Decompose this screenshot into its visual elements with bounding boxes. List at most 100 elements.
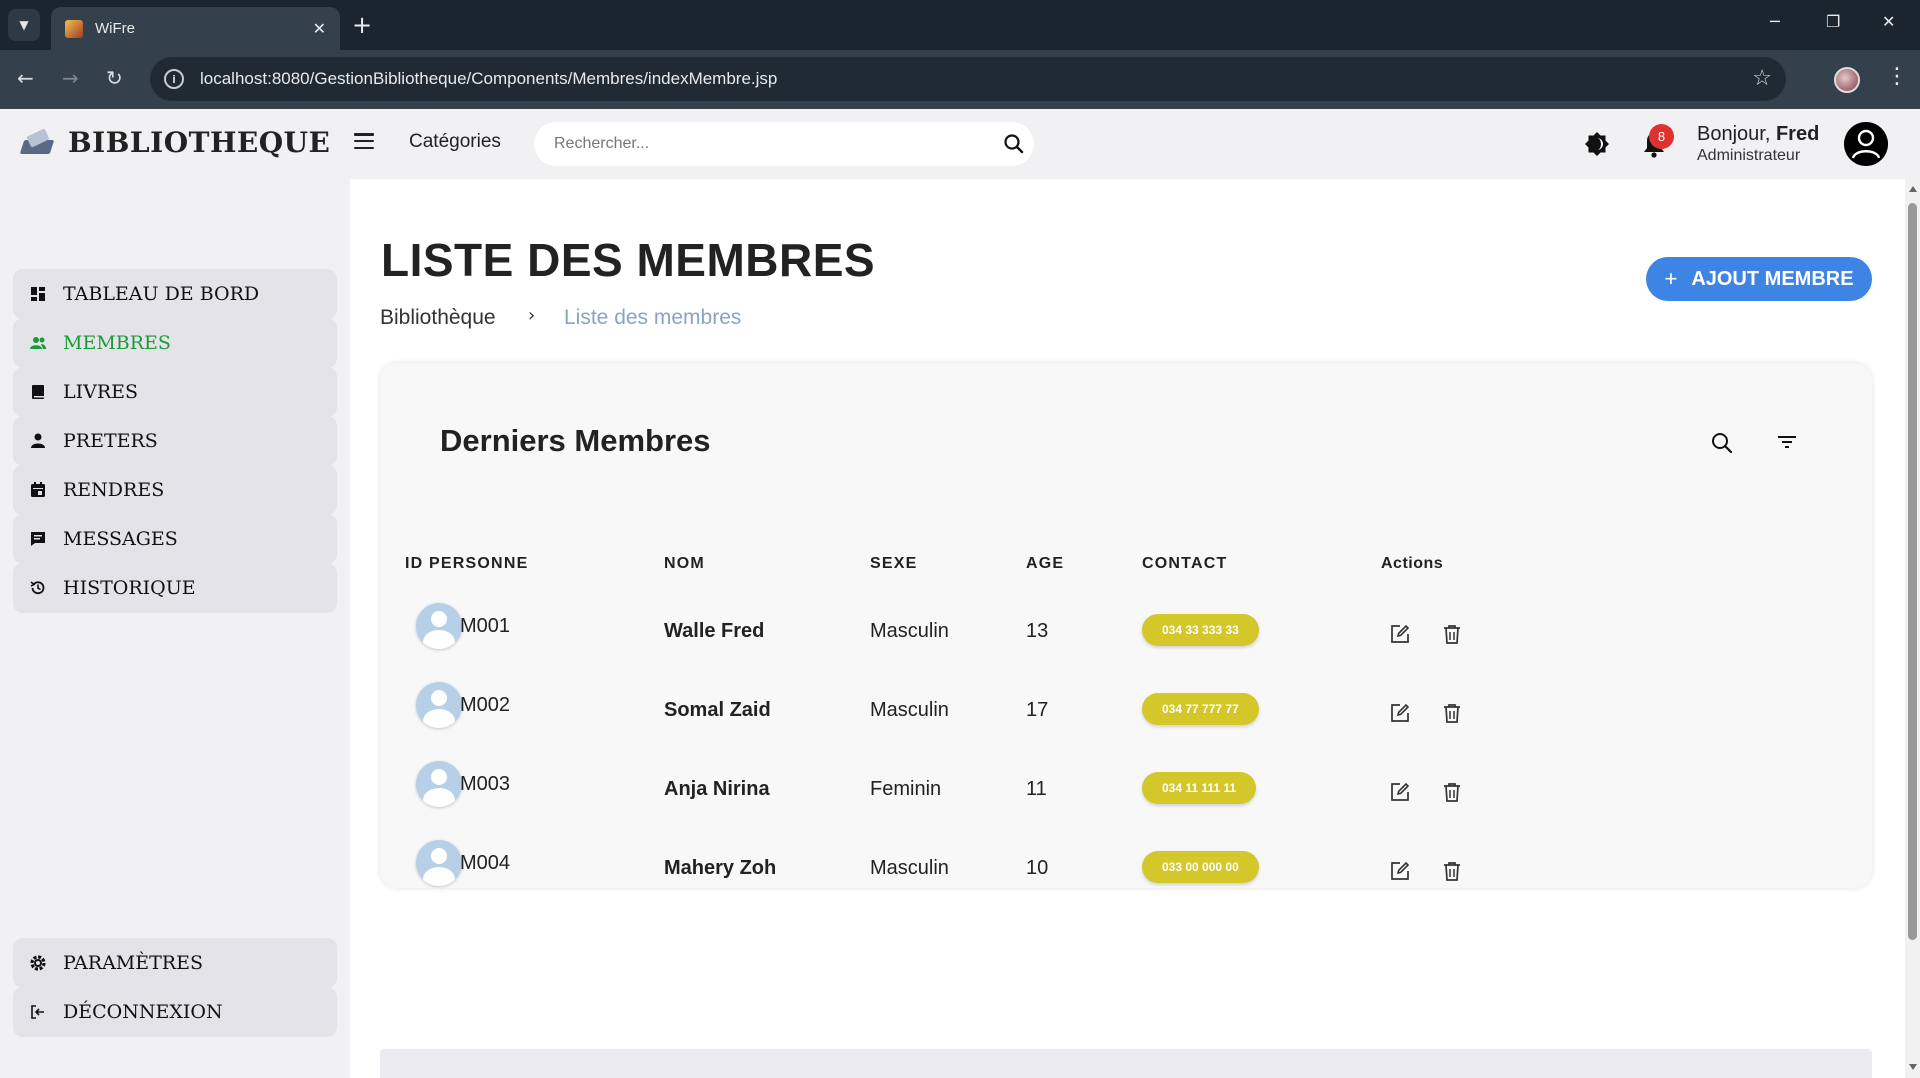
sidebar-item-preters[interactable]: PRETERS <box>13 416 337 466</box>
sidebar-item-label: TABLEAU DE BORD <box>63 283 260 305</box>
add-member-button[interactable]: + AJOUT MEMBRE <box>1646 257 1872 301</box>
delete-icon[interactable] <box>1441 702 1463 724</box>
sidebar-item-historique[interactable]: HISTORIQUE <box>13 563 337 613</box>
sidebar-item-deconnexion[interactable]: DÉCONNEXION <box>13 987 337 1037</box>
plus-icon: + <box>1664 266 1678 291</box>
add-member-label: AJOUT MEMBRE <box>1691 267 1854 290</box>
delete-icon[interactable] <box>1441 860 1463 882</box>
tab-title: WiFre <box>95 20 135 37</box>
site-info-icon[interactable]: i <box>164 69 184 89</box>
dashboard-icon <box>31 287 45 301</box>
scroll-down-icon[interactable] <box>1909 1064 1917 1070</box>
browser-profile-avatar[interactable] <box>1834 67 1860 93</box>
sidebar-item-livres[interactable]: LIVRES <box>13 367 337 417</box>
back-button[interactable]: ← <box>17 66 34 90</box>
close-window-button[interactable]: ✕ <box>1882 12 1895 31</box>
delete-icon[interactable] <box>1441 623 1463 645</box>
search-icon[interactable] <box>1002 132 1026 156</box>
member-age: 17 <box>1026 699 1049 721</box>
delete-icon[interactable] <box>1441 781 1463 803</box>
member-id: M001 <box>460 615 511 637</box>
member-sex: Masculin <box>870 699 949 721</box>
column-header-actions: Actions <box>1381 555 1444 572</box>
reload-button[interactable]: ↻ <box>106 66 123 90</box>
members-card: Derniers Membres ID PERSONNE NOM SEXE AG… <box>380 363 1872 888</box>
edit-icon[interactable] <box>1389 702 1411 724</box>
sidebar: TABLEAU DE BORD MEMBRES LIVRES PRETERS R… <box>0 179 350 1078</box>
sidebar-item-dashboard[interactable]: TABLEAU DE BORD <box>13 269 337 319</box>
browser-menu-icon[interactable]: ⋮ <box>1886 64 1908 89</box>
calendar-icon <box>31 482 45 497</box>
column-header-contact: CONTACT <box>1142 555 1228 572</box>
contact-badge: 033 00 000 00 <box>1142 851 1259 883</box>
browser-tab[interactable]: WiFre ✕ <box>51 7 340 50</box>
menu-toggle-icon[interactable] <box>354 133 374 149</box>
sidebar-item-label: MESSAGES <box>63 528 178 550</box>
breadcrumb-current: Liste des membres <box>564 306 742 329</box>
sidebar-item-parametres[interactable]: PARAMÈTRES <box>13 938 337 988</box>
search-input[interactable] <box>554 135 984 153</box>
greeting-prefix: Bonjour, <box>1697 123 1776 145</box>
member-id: M003 <box>460 773 511 795</box>
minimize-button[interactable]: ─ <box>1770 12 1780 31</box>
member-sex: Feminin <box>870 778 942 800</box>
gear-icon <box>30 955 46 971</box>
table-row: M003 Anja Nirina Feminin 11 034 11 111 1… <box>380 761 1872 841</box>
sidebar-item-label: PARAMÈTRES <box>63 952 203 974</box>
book-icon <box>32 385 44 399</box>
member-name: Walle Fred <box>664 620 765 642</box>
app-header: BIBLIOTHEQUE Catégories 8 Bonjour, Fred … <box>0 109 1920 179</box>
restore-button[interactable]: ❐ <box>1826 12 1840 31</box>
member-age: 13 <box>1026 620 1049 642</box>
logout-icon <box>31 1005 44 1019</box>
sidebar-item-label: RENDRES <box>63 479 165 501</box>
sidebar-item-label: PRETERS <box>63 430 158 452</box>
member-avatar <box>416 682 462 728</box>
member-avatar <box>416 761 462 807</box>
brand[interactable]: BIBLIOTHEQUE <box>19 126 330 159</box>
new-tab-button[interactable]: + <box>352 11 372 39</box>
history-icon <box>30 581 45 595</box>
table-search-icon[interactable] <box>1710 431 1734 455</box>
address-bar[interactable]: i localhost:8080/GestionBibliotheque/Com… <box>150 57 1786 101</box>
members-icon <box>30 337 46 349</box>
edit-icon[interactable] <box>1389 623 1411 645</box>
member-age: 11 <box>1026 778 1047 800</box>
scrollbar-thumb[interactable] <box>1908 203 1917 940</box>
browser-tab-bar: ▼ WiFre ✕ + ─ ❐ ✕ <box>0 0 1920 50</box>
member-id: M002 <box>460 694 511 716</box>
tab-search-button[interactable]: ▼ <box>8 9 40 41</box>
column-header-sexe: SEXE <box>870 555 918 572</box>
sidebar-item-rendres[interactable]: RENDRES <box>13 465 337 515</box>
scroll-up-icon[interactable] <box>1909 186 1917 192</box>
edit-icon[interactable] <box>1389 860 1411 882</box>
member-name: Somal Zaid <box>664 699 771 721</box>
url-text: localhost:8080/GestionBibliotheque/Compo… <box>200 69 778 88</box>
user-role: Administrateur <box>1697 147 1801 164</box>
member-id: M004 <box>460 852 511 874</box>
sidebar-item-messages[interactable]: MESSAGES <box>13 514 337 564</box>
breadcrumb-separator-icon: › <box>528 305 536 326</box>
sidebar-item-label: LIVRES <box>63 381 139 403</box>
breadcrumb-home[interactable]: Bibliothèque <box>380 306 496 330</box>
member-avatar <box>416 603 462 649</box>
bookmark-star-icon[interactable]: ☆ <box>1752 66 1772 91</box>
person-icon <box>31 433 45 448</box>
filter-icon[interactable] <box>1776 431 1798 453</box>
page-title: LISTE DES MEMBRES <box>381 234 876 286</box>
forward-button[interactable]: → <box>62 66 79 90</box>
browser-toolbar: ← → ↻ i localhost:8080/GestionBibliotheq… <box>0 50 1920 109</box>
edit-icon[interactable] <box>1389 781 1411 803</box>
close-tab-icon[interactable]: ✕ <box>313 19 326 38</box>
user-avatar[interactable] <box>1844 122 1888 166</box>
sidebar-item-membres[interactable]: MEMBRES <box>13 318 337 368</box>
table-row: M002 Somal Zaid Masculin 17 034 77 777 7… <box>380 682 1872 762</box>
categories-link[interactable]: Catégories <box>409 131 501 153</box>
theme-toggle-icon[interactable] <box>1583 130 1611 158</box>
column-header-age: AGE <box>1026 555 1065 572</box>
member-age: 10 <box>1026 857 1049 879</box>
member-avatar <box>416 840 462 886</box>
member-name: Anja Nirina <box>664 778 770 800</box>
search-bar <box>534 122 1034 166</box>
member-sex: Masculin <box>870 620 949 642</box>
